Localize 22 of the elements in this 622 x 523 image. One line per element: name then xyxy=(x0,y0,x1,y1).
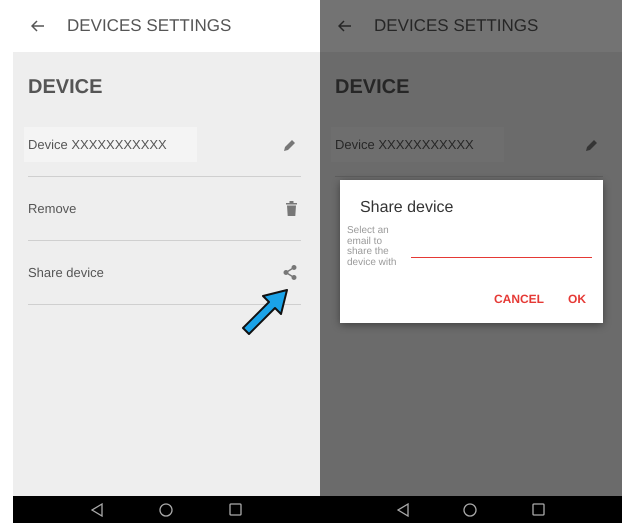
home-circle-icon[interactable] xyxy=(463,502,478,516)
dialog-title: Share device xyxy=(359,199,454,217)
back-arrow-icon[interactable] xyxy=(31,20,45,32)
section-heading: DEVICE xyxy=(335,76,410,99)
row-label[interactable]: Remove xyxy=(28,201,76,216)
screen-title: DEVICES SETTINGS xyxy=(67,16,232,36)
dialog-button[interactable]: CANCEL xyxy=(488,286,550,312)
back-triangle-icon[interactable] xyxy=(91,502,103,516)
row-label[interactable]: Share device xyxy=(28,265,104,280)
back-triangle-icon[interactable] xyxy=(397,502,410,516)
screen-title: DEVICES SETTINGS xyxy=(374,16,538,36)
dialog-button[interactable]: OK xyxy=(562,286,592,312)
share-icon[interactable] xyxy=(283,265,297,280)
section-heading: DEVICE xyxy=(28,76,104,99)
trash-icon[interactable] xyxy=(286,201,297,216)
field-label: Select an email to share the device with xyxy=(347,226,398,268)
recents-square-icon[interactable] xyxy=(229,503,242,516)
pencil-icon[interactable] xyxy=(283,138,297,152)
device-name-field[interactable]: Device XXXXXXXXXXX xyxy=(24,127,197,162)
back-arrow-icon[interactable] xyxy=(338,20,352,32)
recents-square-icon[interactable] xyxy=(532,503,545,516)
home-circle-icon[interactable] xyxy=(159,502,173,516)
